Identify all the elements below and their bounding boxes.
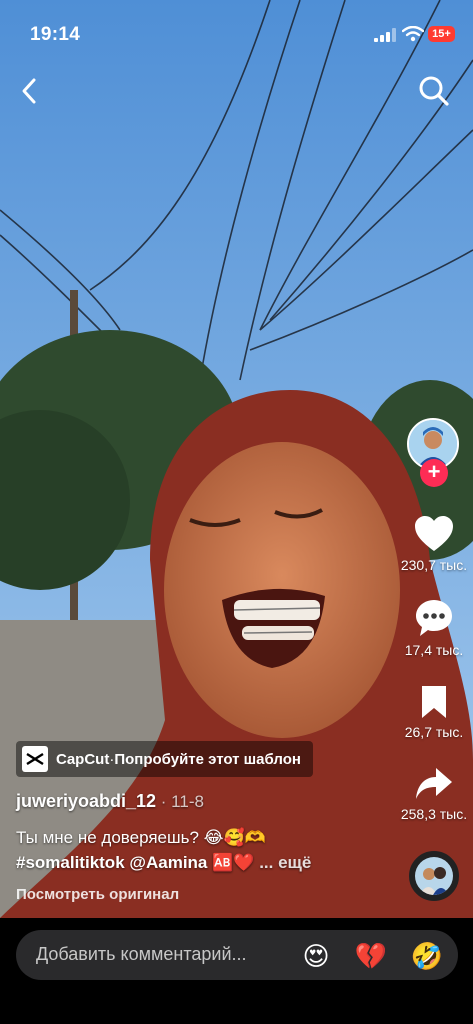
capcut-brand: CapCut xyxy=(56,750,110,768)
post-date: · 11-8 xyxy=(156,792,204,811)
share-button[interactable]: 258,3 тыс. xyxy=(389,766,473,822)
heart-icon xyxy=(415,516,453,551)
hashtag-link[interactable]: #somalitiktok xyxy=(16,853,125,872)
share-arrow-icon xyxy=(416,768,452,799)
capcut-logo-icon xyxy=(22,746,48,772)
caption-line: Ты мне не доверяешь? 😂🥰🫶 xyxy=(16,828,266,847)
like-button[interactable]: 230,7 тыс. xyxy=(389,515,473,573)
emoji-heart-eyes-button[interactable]: 😍 xyxy=(298,938,334,974)
author-row: juweriyoabdi_12 · 11-8 xyxy=(16,791,204,812)
mention-link[interactable]: @Aamina xyxy=(129,853,207,872)
emoji-rofl-button[interactable]: 🤣 xyxy=(409,938,445,974)
bookmark-icon xyxy=(422,686,446,718)
wifi-icon xyxy=(402,26,424,42)
save-count: 26,7 тыс. xyxy=(404,724,464,740)
like-count: 230,7 тыс. xyxy=(400,557,468,573)
signal-icon xyxy=(374,28,396,42)
back-button[interactable] xyxy=(16,74,44,108)
caption-more-link[interactable]: ... ещё xyxy=(254,853,311,872)
comment-count: 17,4 тыс. xyxy=(404,642,464,658)
comment-placeholder: Добавить комментарий... xyxy=(36,944,247,964)
battery-indicator: 15+ xyxy=(428,26,455,42)
comment-bar: Добавить комментарий... 😍 💔 🤣 xyxy=(0,918,473,1024)
capcut-cta: Попробуйте этот шаблон xyxy=(114,750,301,768)
save-button[interactable]: 26,7 тыс. xyxy=(389,684,473,740)
chevron-left-icon xyxy=(22,78,36,104)
status-bar: 19:14 15+ xyxy=(0,0,473,60)
video-caption[interactable]: Ты мне не доверяешь? 😂🥰🫶 #somalitiktok @… xyxy=(16,825,386,875)
emoji-broken-heart-button[interactable]: 💔 xyxy=(353,938,389,974)
status-time: 19:14 xyxy=(30,24,81,45)
music-disc-cover xyxy=(415,857,453,895)
author-username[interactable]: juweriyoabdi_12 xyxy=(16,791,156,811)
caption-emoji: 🆎❤️ xyxy=(212,853,255,872)
capcut-template-chip[interactable]: CapCut · Попробуйте этот шаблон xyxy=(16,741,313,777)
tiktok-video-screen: 19:14 15+ + 230,7 тыс. 17,4 тыс. 26,7 ты… xyxy=(0,0,473,1024)
share-count: 258,3 тыс. xyxy=(400,806,468,822)
comment-button[interactable]: 17,4 тыс. xyxy=(389,598,473,658)
view-original-link[interactable]: Посмотреть оригинал xyxy=(16,886,179,903)
comment-input[interactable]: Добавить комментарий... 😍 💔 🤣 xyxy=(16,930,458,980)
comment-bubble-icon xyxy=(416,600,452,636)
follow-button[interactable]: + xyxy=(420,459,448,487)
search-button[interactable] xyxy=(417,74,451,108)
music-disc[interactable] xyxy=(409,851,459,901)
search-icon xyxy=(419,76,449,106)
